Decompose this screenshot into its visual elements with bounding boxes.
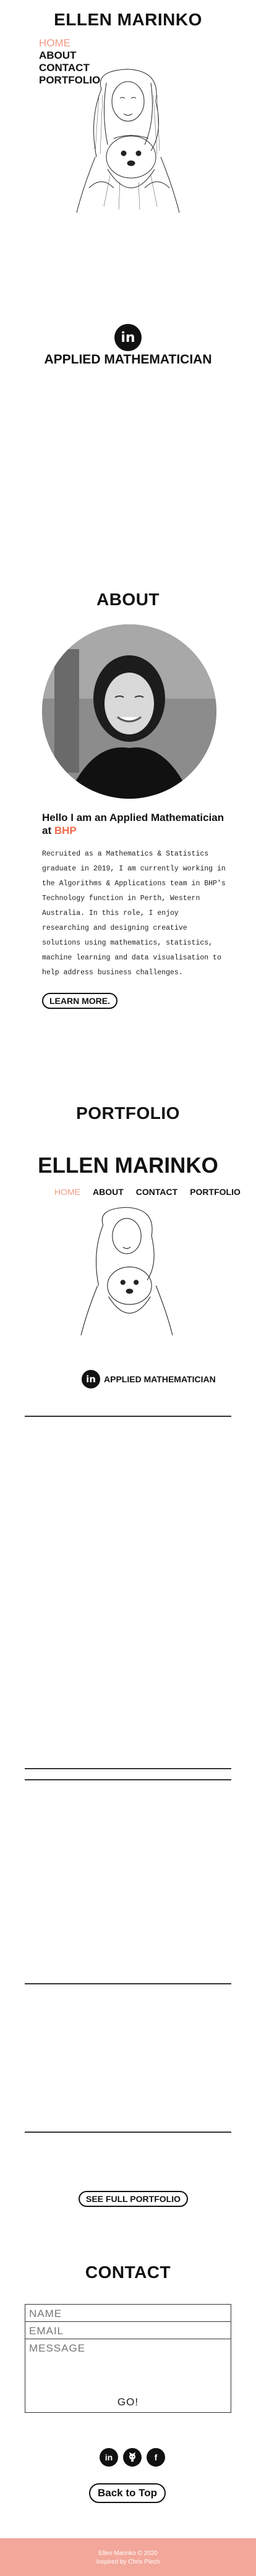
message-placeholder: MESSAGE [29, 2342, 86, 2354]
about-intro: Hello I am an Applied Mathematician at B… [42, 811, 228, 837]
about-body: Recruited as a Mathematics & Statistics … [42, 850, 226, 977]
name-field[interactable]: NAME [25, 2305, 231, 2322]
see-full-portfolio-button[interactable]: SEE FULL PORTFOLIO [79, 2191, 188, 2207]
footer-copyright: Ellen Marinko © 2020 [98, 2550, 158, 2557]
github-icon[interactable] [123, 2448, 142, 2467]
portfolio-divider [25, 1983, 231, 1984]
embed-nav-portfolio[interactable]: PORTFOLIO [190, 1187, 241, 1197]
footer-credit: Inspired by Chris Piech [96, 2559, 160, 2565]
email-field[interactable]: EMAIL [25, 2322, 231, 2339]
site-footer: Ellen Marinko © 2020 Inspired by Chris P… [0, 2538, 256, 2576]
site-brand: ELLEN MARINKO [54, 10, 202, 29]
profile-photo [42, 624, 216, 799]
portfolio-divider [25, 1416, 231, 1417]
hero-tagline: APPLIED MATHEMATICIAN [44, 352, 212, 367]
message-field[interactable]: MESSAGE GO! [25, 2339, 231, 2412]
linkedin-icon[interactable]: in [114, 324, 142, 351]
portfolio-embed-illustration [80, 1207, 173, 1335]
nav-about[interactable]: ABOUT [39, 49, 100, 62]
portfolio-embed-linkedin-icon[interactable]: in [82, 1370, 100, 1388]
about-heading: ABOUT [96, 590, 160, 609]
back-to-top-button[interactable]: Back to Top [89, 2483, 166, 2503]
submit-button[interactable]: GO! [25, 2396, 231, 2408]
portfolio-embed-brand: ELLEN MARINKO [38, 1154, 218, 1178]
linkedin-icon[interactable]: in [100, 2448, 118, 2467]
portfolio-heading: PORTFOLIO [76, 1103, 180, 1123]
embed-nav-home[interactable]: HOME [54, 1187, 80, 1197]
portfolio-divider [25, 1779, 231, 1780]
portfolio-embed-nav: HOME ABOUT CONTACT PORTFOLIO [54, 1187, 241, 1197]
hero-illustration [76, 69, 180, 213]
nav-home[interactable]: HOME [39, 37, 100, 49]
learn-more-button[interactable]: LEARN MORE. [42, 993, 117, 1009]
contact-heading: CONTACT [85, 2263, 171, 2282]
facebook-icon[interactable]: f [147, 2448, 165, 2467]
embed-nav-about[interactable]: ABOUT [93, 1187, 124, 1197]
portfolio-divider [25, 1768, 231, 1769]
contact-form: NAME EMAIL MESSAGE GO! [25, 2304, 231, 2413]
embed-nav-contact[interactable]: CONTACT [136, 1187, 177, 1197]
portfolio-embed-tagline: APPLIED MATHEMATICIAN [104, 1374, 216, 1384]
social-links: in f [100, 2448, 165, 2467]
company-link[interactable]: BHP [54, 825, 77, 836]
portfolio-divider [25, 2132, 231, 2133]
